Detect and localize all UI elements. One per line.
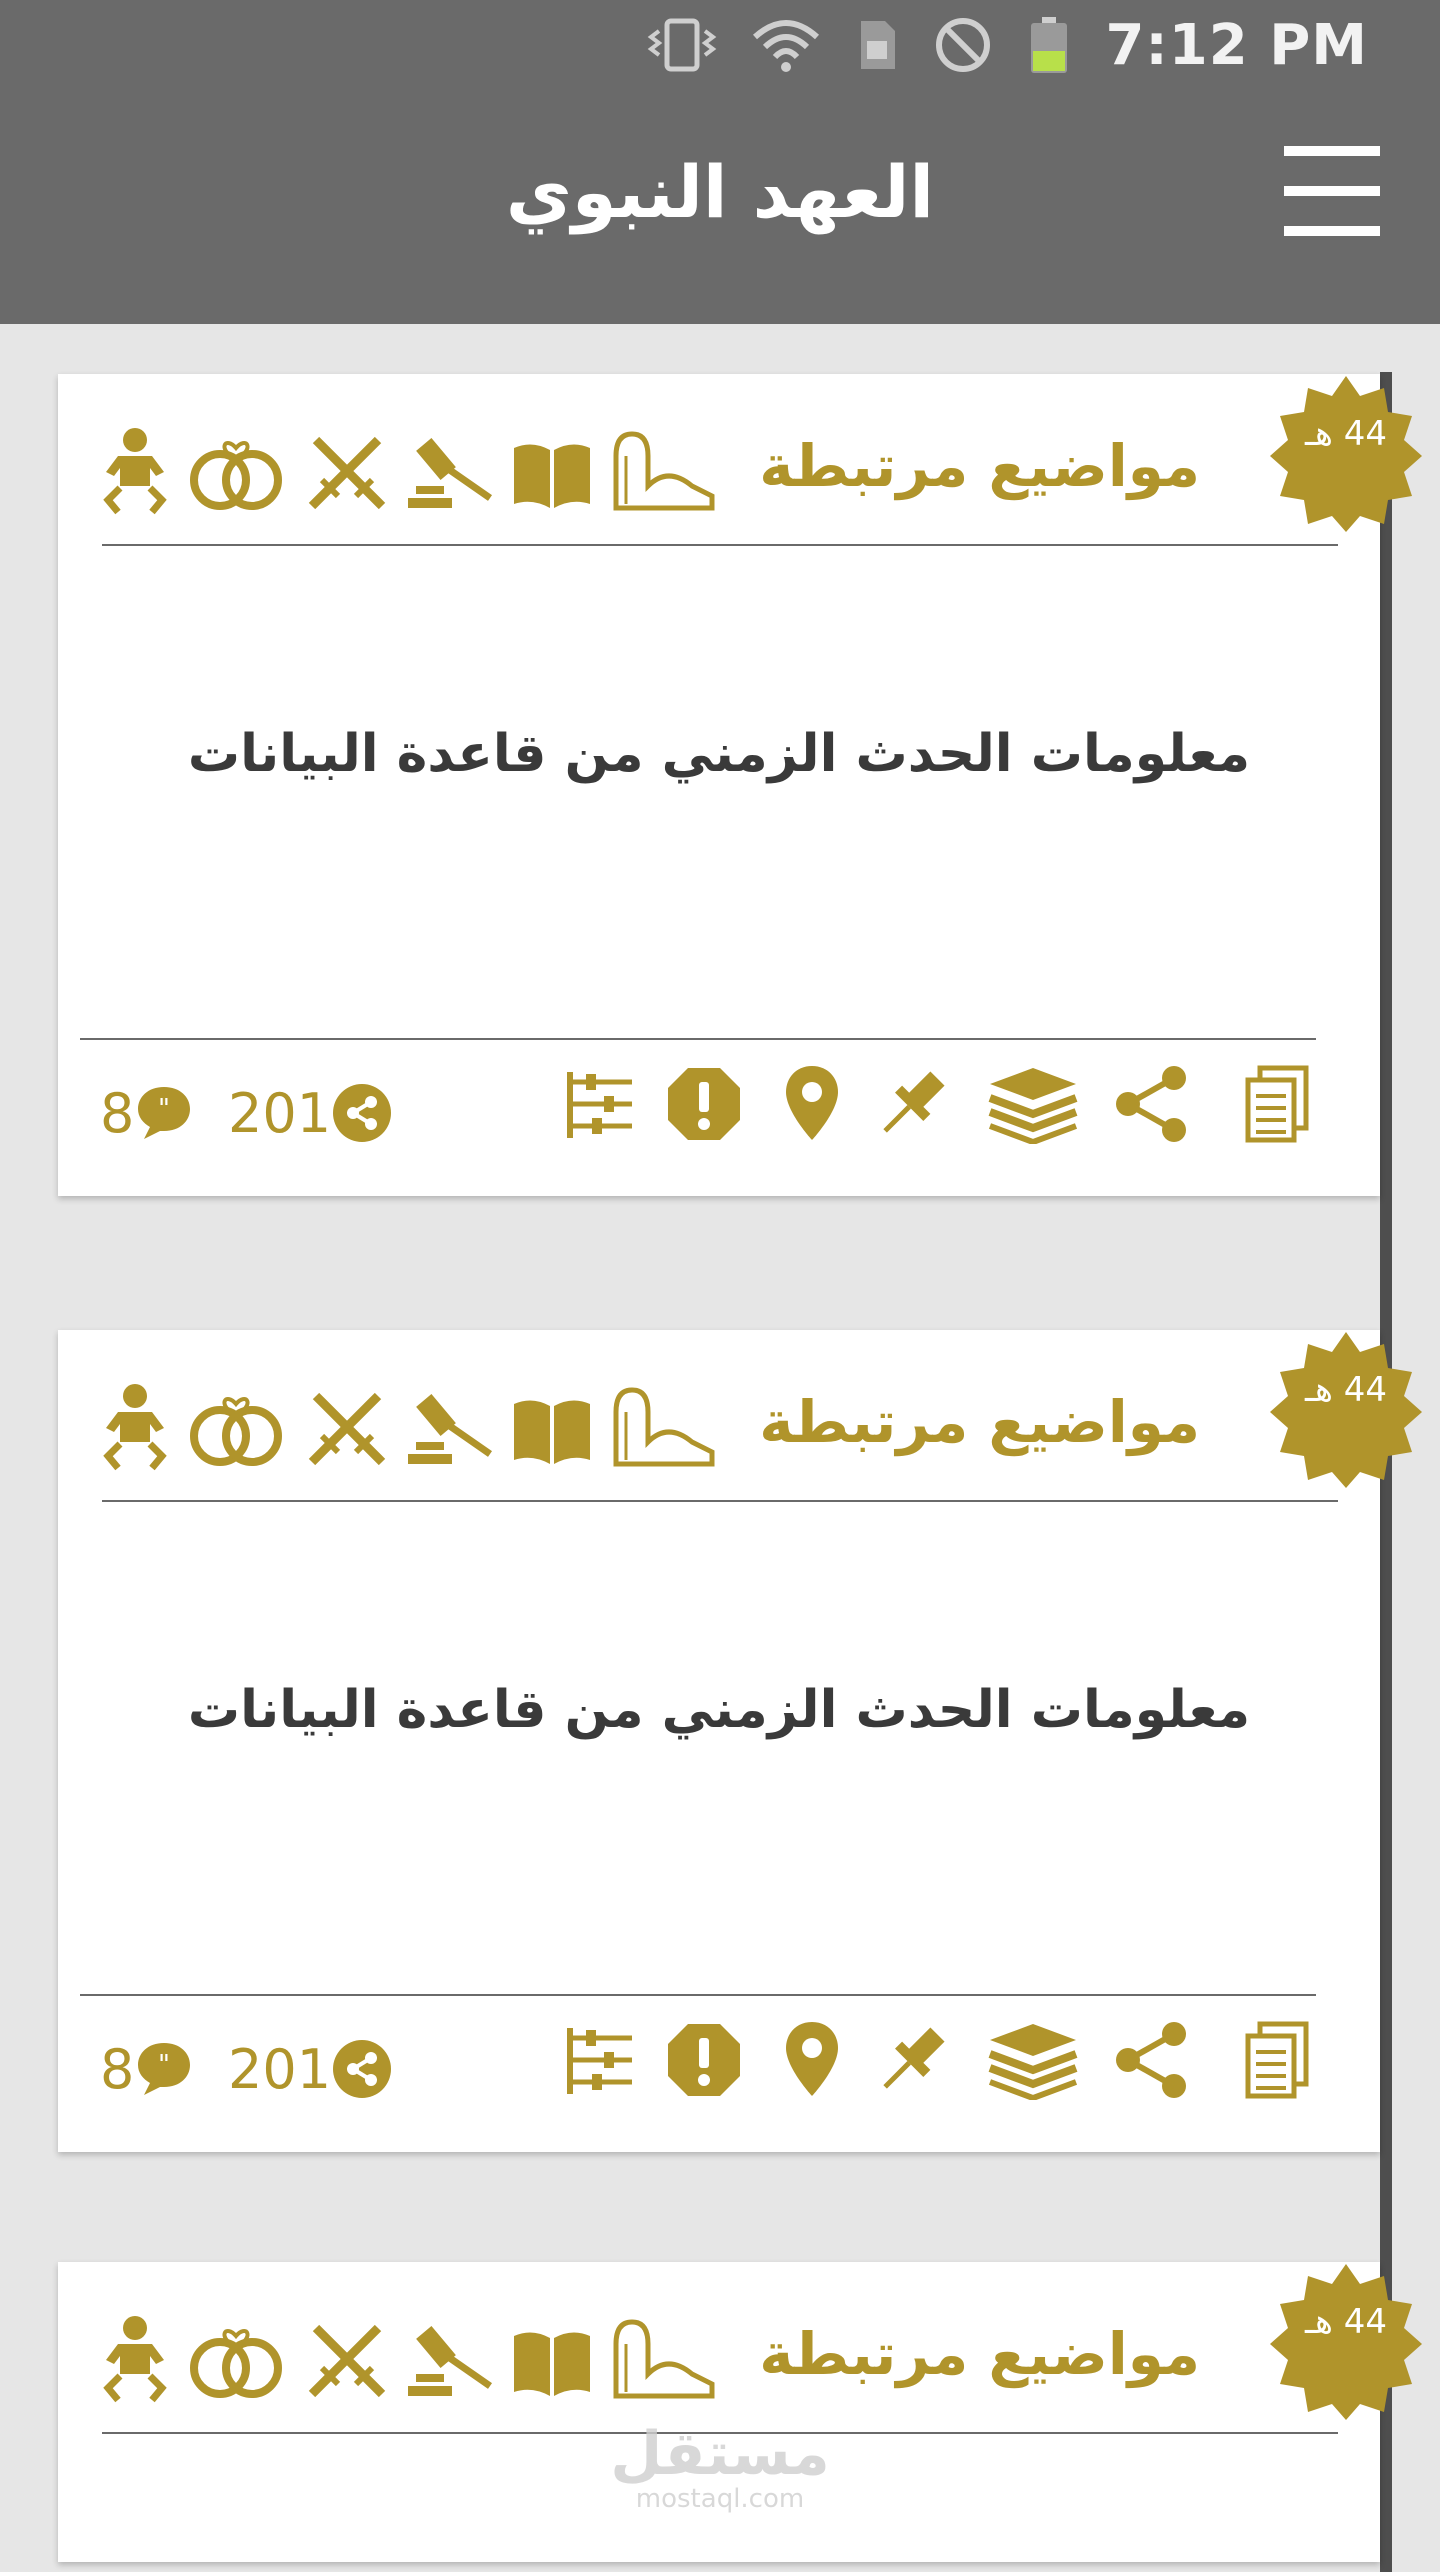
header-divider <box>102 544 1338 546</box>
rings-icon[interactable] <box>186 1382 286 1472</box>
mosque-icon[interactable] <box>608 2314 718 2404</box>
battery-icon <box>1031 17 1068 73</box>
event-card[interactable]: 44 هـ مواضيع مرتبطة <box>58 374 1422 1196</box>
gavel-icon[interactable] <box>404 1382 494 1472</box>
shares-count: 201 <box>228 2037 332 2101</box>
event-card[interactable]: 44 هـ مواضيع مرتبطة <box>58 2262 1422 2562</box>
wifi-icon <box>753 20 820 72</box>
event-description: معلومات الحدث الزمني من قاعدة البيانات <box>187 1680 1251 1740</box>
card-actions: 8 " 201 <box>58 2020 1380 2110</box>
watermark-latin: mostaql.com <box>635 2484 805 2514</box>
crossed-swords-icon[interactable] <box>302 2314 392 2404</box>
book-icon[interactable] <box>510 1382 594 1472</box>
crossed-swords-icon[interactable] <box>302 426 392 516</box>
footer-divider <box>80 1038 1316 1040</box>
hijri-year-badge: 44 هـ <box>1264 370 1428 534</box>
book-icon[interactable] <box>510 2314 594 2404</box>
mosque-icon[interactable] <box>608 1382 718 1472</box>
pin-icon[interactable] <box>872 1064 952 1144</box>
layers-icon[interactable] <box>986 2020 1080 2100</box>
pin-icon[interactable] <box>872 2020 952 2100</box>
baby-icon[interactable] <box>98 426 172 516</box>
timeline-icon[interactable] <box>562 1064 636 1144</box>
document-icon[interactable] <box>1244 2020 1310 2100</box>
event-description: معلومات الحدث الزمني من قاعدة البيانات <box>187 724 1251 784</box>
shares-count: 201 <box>228 1081 332 1145</box>
card-actions: 8 " 201 <box>58 1064 1380 1154</box>
svg-text:": " <box>158 2050 170 2080</box>
related-topics-label: مواضيع مرتبطة <box>759 1388 1200 1456</box>
comment-icon: " <box>138 2043 191 2095</box>
vibrate-icon <box>648 18 717 72</box>
do-not-disturb-icon <box>936 18 991 72</box>
baby-icon[interactable] <box>98 1382 172 1472</box>
location-icon[interactable] <box>782 1064 842 1144</box>
share-circle-icon <box>333 2040 392 2098</box>
comments-count: 8 <box>100 2037 135 2101</box>
related-topics-label: مواضيع مرتبطة <box>759 2320 1200 2388</box>
gavel-icon[interactable] <box>404 2314 494 2404</box>
sim-card-icon <box>861 21 896 69</box>
baby-icon[interactable] <box>98 2314 172 2404</box>
svg-text:": " <box>158 1094 170 1124</box>
share-icon[interactable] <box>1112 2020 1192 2100</box>
badge-text: 44 هـ <box>1305 414 1387 454</box>
timeline-icon[interactable] <box>562 2020 636 2100</box>
comments-stat[interactable]: 8 " <box>100 2034 194 2104</box>
hijri-year-badge: 44 هـ <box>1264 1326 1428 1490</box>
share-icon[interactable] <box>1112 1064 1192 1144</box>
gavel-icon[interactable] <box>404 426 494 516</box>
rings-icon[interactable] <box>186 2314 286 2404</box>
page-title: العهد النبوي <box>505 150 935 234</box>
rings-icon[interactable] <box>186 426 286 516</box>
footer-divider <box>80 1994 1316 1996</box>
shares-stat[interactable]: 201 <box>228 2034 393 2104</box>
comments-stat[interactable]: 8 " <box>100 1078 194 1148</box>
hijri-year-badge: 44 هـ <box>1264 2258 1428 2422</box>
share-circle-icon <box>333 1084 392 1142</box>
book-icon[interactable] <box>510 426 594 516</box>
badge-text: 44 هـ <box>1305 1370 1387 1410</box>
comment-icon: " <box>138 1087 191 1139</box>
alert-icon[interactable] <box>664 1064 744 1144</box>
app-bar: 7:12 PM العهد النبوي <box>0 0 1440 324</box>
comments-count: 8 <box>100 1081 135 1145</box>
status-time: 7:12 PM <box>1105 12 1368 78</box>
badge-text: 44 هـ <box>1305 2302 1387 2342</box>
status-bar: 7:12 PM <box>0 0 1440 90</box>
alert-icon[interactable] <box>664 2020 744 2100</box>
document-icon[interactable] <box>1244 1064 1310 1144</box>
header-divider <box>102 1500 1338 1502</box>
location-icon[interactable] <box>782 2020 842 2100</box>
event-card[interactable]: 44 هـ مواضيع مرتبطة <box>58 1330 1422 2152</box>
crossed-swords-icon[interactable] <box>302 1382 392 1472</box>
mosque-icon[interactable] <box>608 426 718 516</box>
watermark: مستقل mostaql.com <box>0 2424 1440 2514</box>
watermark-arabic: مستقل <box>610 2419 830 2489</box>
shares-stat[interactable]: 201 <box>228 1078 393 1148</box>
related-topics-label: مواضيع مرتبطة <box>759 432 1200 500</box>
layers-icon[interactable] <box>986 1064 1080 1144</box>
